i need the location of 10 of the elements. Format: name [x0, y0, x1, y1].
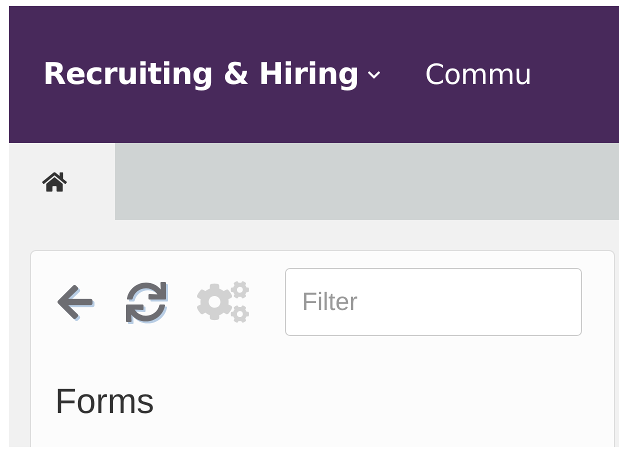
panel-title: Forms [55, 382, 156, 422]
back-arrow-icon [55, 282, 95, 322]
refresh-icon [125, 282, 167, 322]
nav-menu-item[interactable]: Recruiting & Hiring [43, 57, 381, 92]
back-button[interactable] [55, 282, 95, 322]
home-tab[interactable] [9, 143, 115, 220]
filter-field[interactable]: Filter [285, 268, 582, 336]
refresh-button[interactable] [125, 282, 167, 322]
nav-menu-item[interactable]: Commu [424, 58, 532, 91]
home-icon [42, 170, 67, 192]
